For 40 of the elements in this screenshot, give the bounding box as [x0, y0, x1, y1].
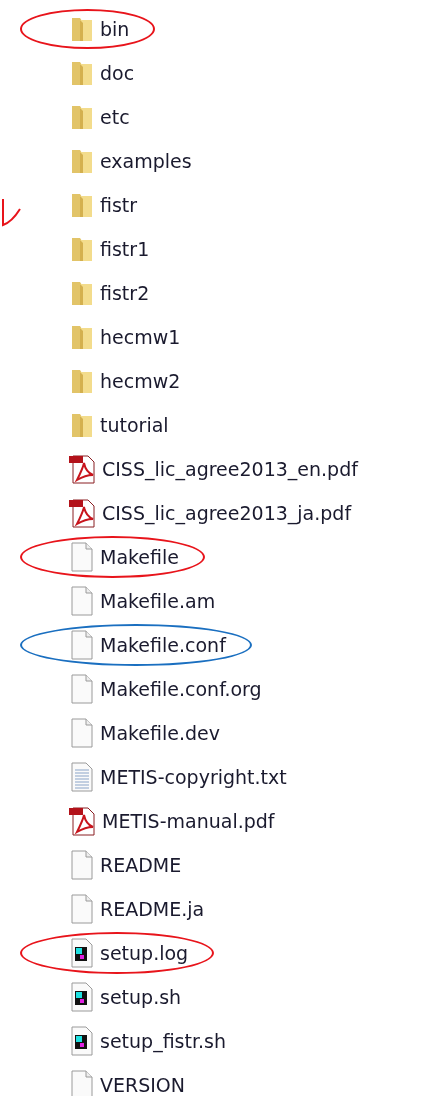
- document-icon: [68, 586, 96, 616]
- file-name[interactable]: setup.log: [100, 942, 189, 964]
- file-name[interactable]: CISS_lic_agree2013_ja.pdf: [102, 502, 352, 524]
- file-name[interactable]: Makefile.conf.org: [100, 678, 262, 700]
- file-name[interactable]: METIS-copyright.txt: [100, 766, 287, 788]
- file-name[interactable]: Makefile.conf: [100, 634, 226, 656]
- file-name[interactable]: hecmw1: [100, 326, 181, 348]
- pdf-icon: [68, 806, 98, 836]
- file-name[interactable]: setup.sh: [100, 986, 182, 1008]
- file-name[interactable]: bin: [100, 18, 130, 40]
- script-file-icon: [68, 1026, 96, 1056]
- file-name[interactable]: doc: [100, 62, 135, 84]
- document-icon: [68, 630, 96, 660]
- file-name[interactable]: hecmw2: [100, 370, 181, 392]
- file-name[interactable]: METIS-manual.pdf: [102, 810, 275, 832]
- file-name[interactable]: Makefile.am: [100, 590, 216, 612]
- file-name[interactable]: CISS_lic_agree2013_en.pdf: [102, 458, 358, 480]
- file-name[interactable]: setup_fistr.sh: [100, 1030, 226, 1052]
- file-name[interactable]: VERSION: [100, 1074, 186, 1096]
- file-name[interactable]: Makefile: [100, 546, 179, 568]
- document-icon: [68, 542, 96, 572]
- file-name[interactable]: tutorial: [100, 414, 169, 436]
- file-name[interactable]: fistr1: [100, 238, 150, 260]
- document-icon: [68, 718, 96, 748]
- text-file-icon: [68, 762, 96, 792]
- script-file-icon: [68, 982, 96, 1012]
- document-icon: [68, 674, 96, 704]
- pdf-icon: [68, 498, 98, 528]
- document-icon: [68, 850, 96, 880]
- pdf-icon: [68, 454, 98, 484]
- file-name[interactable]: fistr2: [100, 282, 150, 304]
- file-name[interactable]: fistr: [100, 194, 138, 216]
- script-file-icon: [68, 938, 96, 968]
- file-name[interactable]: README: [100, 854, 182, 876]
- file-name[interactable]: examples: [100, 150, 192, 172]
- document-icon: [68, 1070, 96, 1096]
- file-name[interactable]: etc: [100, 106, 130, 128]
- document-icon: [68, 894, 96, 924]
- file-name[interactable]: Makefile.dev: [100, 722, 221, 744]
- file-name[interactable]: README.ja: [100, 898, 205, 920]
